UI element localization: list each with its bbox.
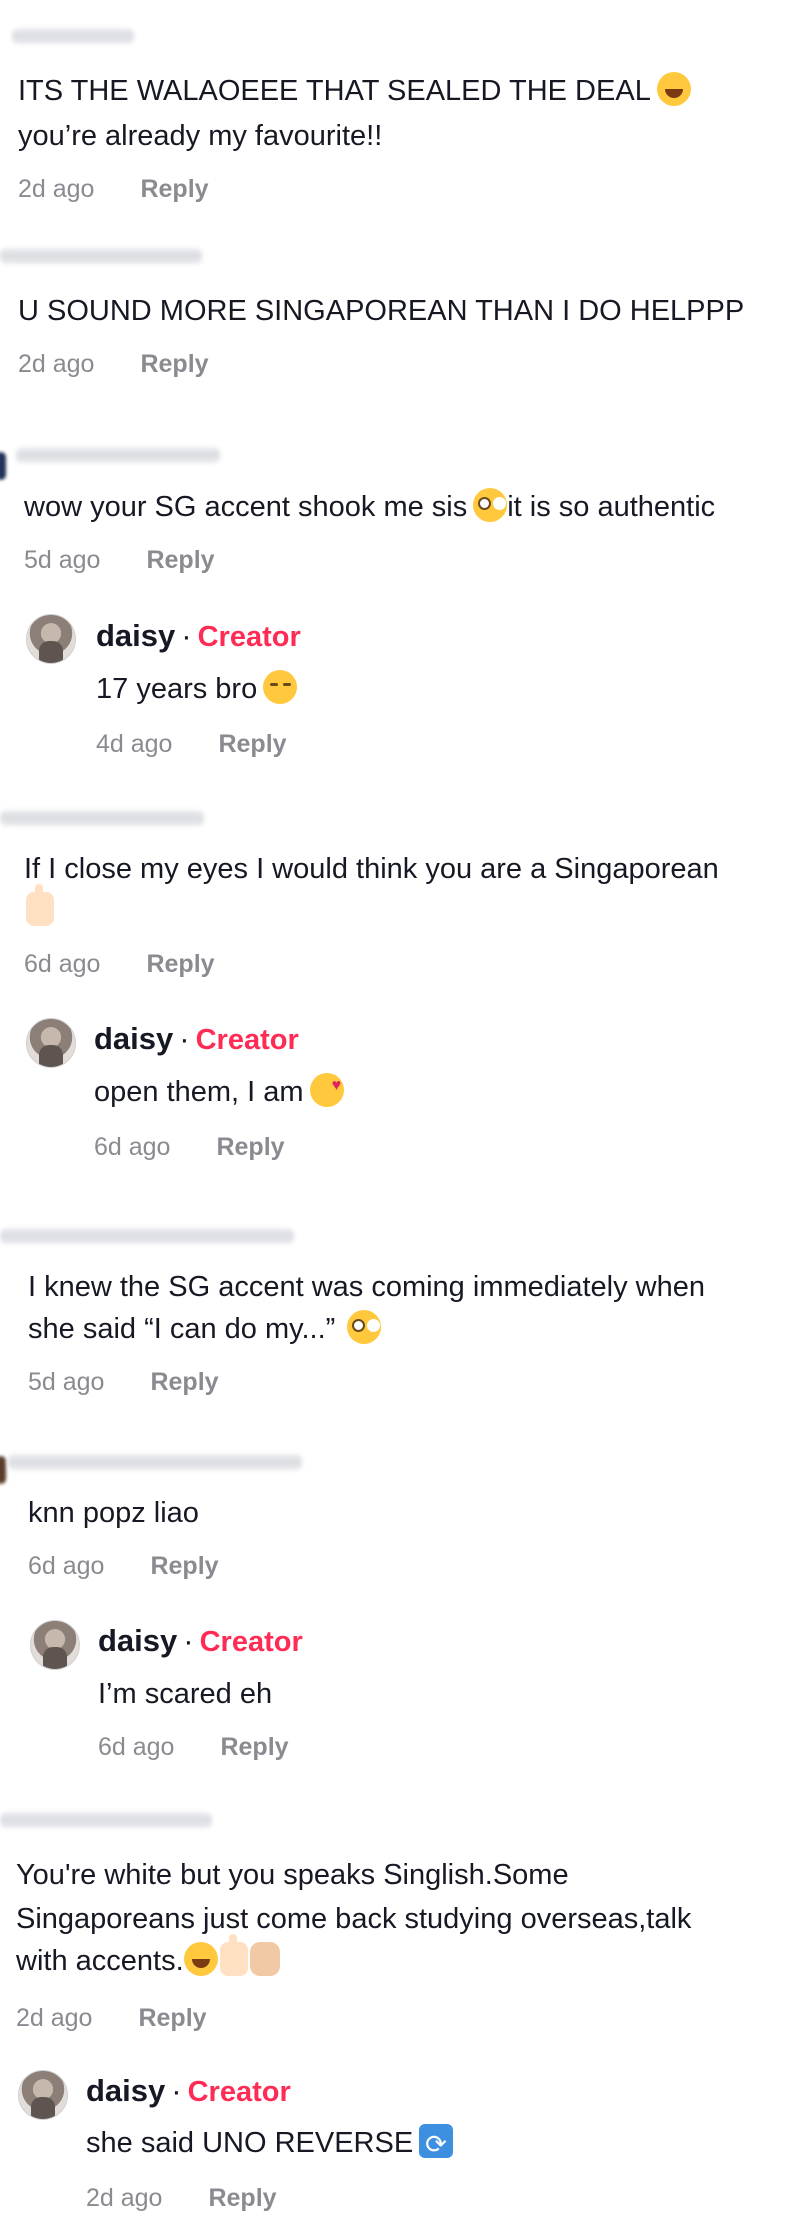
reply-text: open them, I am: [94, 1064, 344, 1114]
comment-time: 5d ago: [24, 546, 101, 574]
counterclockwise-arrows-icon: [419, 2123, 454, 2166]
creator-badge: Creator: [199, 1626, 303, 1658]
comment-time: 5d ago: [28, 1368, 105, 1396]
smiling-face-with-hearts-icon: [309, 1064, 344, 1107]
comment-text: with accents.: [16, 1934, 280, 1983]
creator-name[interactable]: daisy: [94, 1021, 173, 1056]
creator-name-line: daisy · Creator: [86, 2073, 291, 2109]
relieved-face-icon: [263, 670, 298, 704]
comment-time: 2d ago: [18, 175, 95, 203]
creator-name-line: daisy · Creator: [96, 618, 301, 654]
reply-button[interactable]: Reply: [150, 1368, 218, 1396]
separator-dot: ·: [181, 618, 192, 653]
avatar[interactable]: [30, 1620, 80, 1670]
flushed-face-icon: [473, 488, 508, 522]
blurred-username: [12, 28, 134, 44]
reply-button[interactable]: Reply: [220, 1733, 288, 1761]
face-with-tears-of-joy-icon: [183, 1942, 218, 1976]
reply-meta: 2d ago Reply: [86, 2184, 277, 2213]
comment-meta: 2d ago Reply: [18, 350, 209, 379]
separator-dot: ·: [179, 1021, 190, 1056]
reply-meta: 4d ago Reply: [96, 730, 287, 759]
comment-text: ITS THE WALAOEEE THAT SEALED THE DEAL: [18, 70, 691, 113]
comment-time: 6d ago: [24, 950, 101, 978]
blurred-username: [0, 1228, 294, 1244]
comment-text: You're white but you speaks Singlish.Som…: [16, 1859, 569, 1891]
reply-button[interactable]: Reply: [146, 546, 214, 574]
blurred-username: [0, 810, 204, 826]
comment-meta: 2d ago Reply: [18, 175, 209, 204]
blurred-username: [0, 1812, 212, 1828]
comment-time: 2d ago: [16, 2004, 93, 2032]
comment-text: wow your SG accent shook me sis it is so …: [24, 486, 715, 529]
blurred-username: [0, 248, 202, 264]
blurred-username: [16, 447, 220, 463]
creator-name[interactable]: daisy: [98, 1623, 177, 1658]
avatar[interactable]: [26, 614, 76, 664]
reply-time: 6d ago: [94, 1133, 171, 1161]
comment-text: knn popz liao: [28, 1497, 199, 1529]
avatar[interactable]: [26, 1018, 76, 1068]
reply-text: 17 years bro: [96, 668, 298, 711]
creator-name[interactable]: daisy: [96, 618, 175, 653]
reply-button[interactable]: Reply: [218, 730, 286, 758]
separator-dot: ·: [171, 2073, 182, 2108]
reply-meta: 6d ago Reply: [98, 1733, 289, 1762]
creator-badge: Creator: [197, 621, 301, 653]
reply-button[interactable]: Reply: [150, 1552, 218, 1580]
flushed-face-icon: [347, 1310, 382, 1344]
reply-time: 2d ago: [86, 2184, 163, 2212]
comment-meta: 5d ago Reply: [28, 1368, 219, 1397]
separator-dot: ·: [183, 1623, 194, 1658]
reply-button[interactable]: Reply: [216, 1133, 284, 1161]
comment-meta: 6d ago Reply: [24, 950, 215, 979]
comment-meta: 6d ago Reply: [28, 1552, 219, 1581]
comment-time: 2d ago: [18, 350, 95, 378]
avatar-edge: [0, 452, 6, 480]
reply-time: 6d ago: [98, 1733, 175, 1761]
thumbs-up-icon: [26, 884, 54, 926]
reply-button[interactable]: Reply: [208, 2184, 276, 2212]
comment-text: Singaporeans just come back studying ove…: [16, 1903, 692, 1935]
comment-emoji-line: [24, 884, 54, 933]
reply-time: 4d ago: [96, 730, 173, 758]
avatar-edge: [0, 1456, 6, 1484]
comment-meta: 2d ago Reply: [16, 2004, 207, 2033]
creator-badge: Creator: [195, 1024, 299, 1056]
creator-badge: Creator: [187, 2076, 291, 2108]
comment-text: If I close my eyes I would think you are…: [24, 853, 719, 885]
creator-name-line: daisy · Creator: [98, 1623, 303, 1659]
creator-name[interactable]: daisy: [86, 2073, 165, 2108]
face-with-tears-of-joy-icon: [656, 72, 691, 106]
blurred-username: [8, 1454, 302, 1470]
comment-text: I knew the SG accent was coming immediat…: [28, 1271, 705, 1303]
avatar[interactable]: [18, 2070, 68, 2120]
reply-button[interactable]: Reply: [146, 950, 214, 978]
reply-button[interactable]: Reply: [140, 175, 208, 203]
comment-text: you’re already my favourite!!: [18, 120, 383, 152]
reply-button[interactable]: Reply: [140, 350, 208, 378]
thumbs-up-icon: [219, 1934, 248, 1976]
comment-text: she said “I can do my...”: [28, 1308, 382, 1351]
comment-text: U SOUND MORE SINGAPOREAN THAN I DO HELPP…: [18, 295, 745, 327]
clapping-hands-icon: [249, 1942, 280, 1976]
reply-text: I’m scared eh: [98, 1678, 273, 1710]
comment-time: 6d ago: [28, 1552, 105, 1580]
reply-text: she said UNO REVERSE: [86, 2122, 454, 2166]
comment-meta: 5d ago Reply: [24, 546, 215, 575]
reply-meta: 6d ago Reply: [94, 1133, 285, 1162]
reply-button[interactable]: Reply: [138, 2004, 206, 2032]
creator-name-line: daisy · Creator: [94, 1021, 299, 1057]
